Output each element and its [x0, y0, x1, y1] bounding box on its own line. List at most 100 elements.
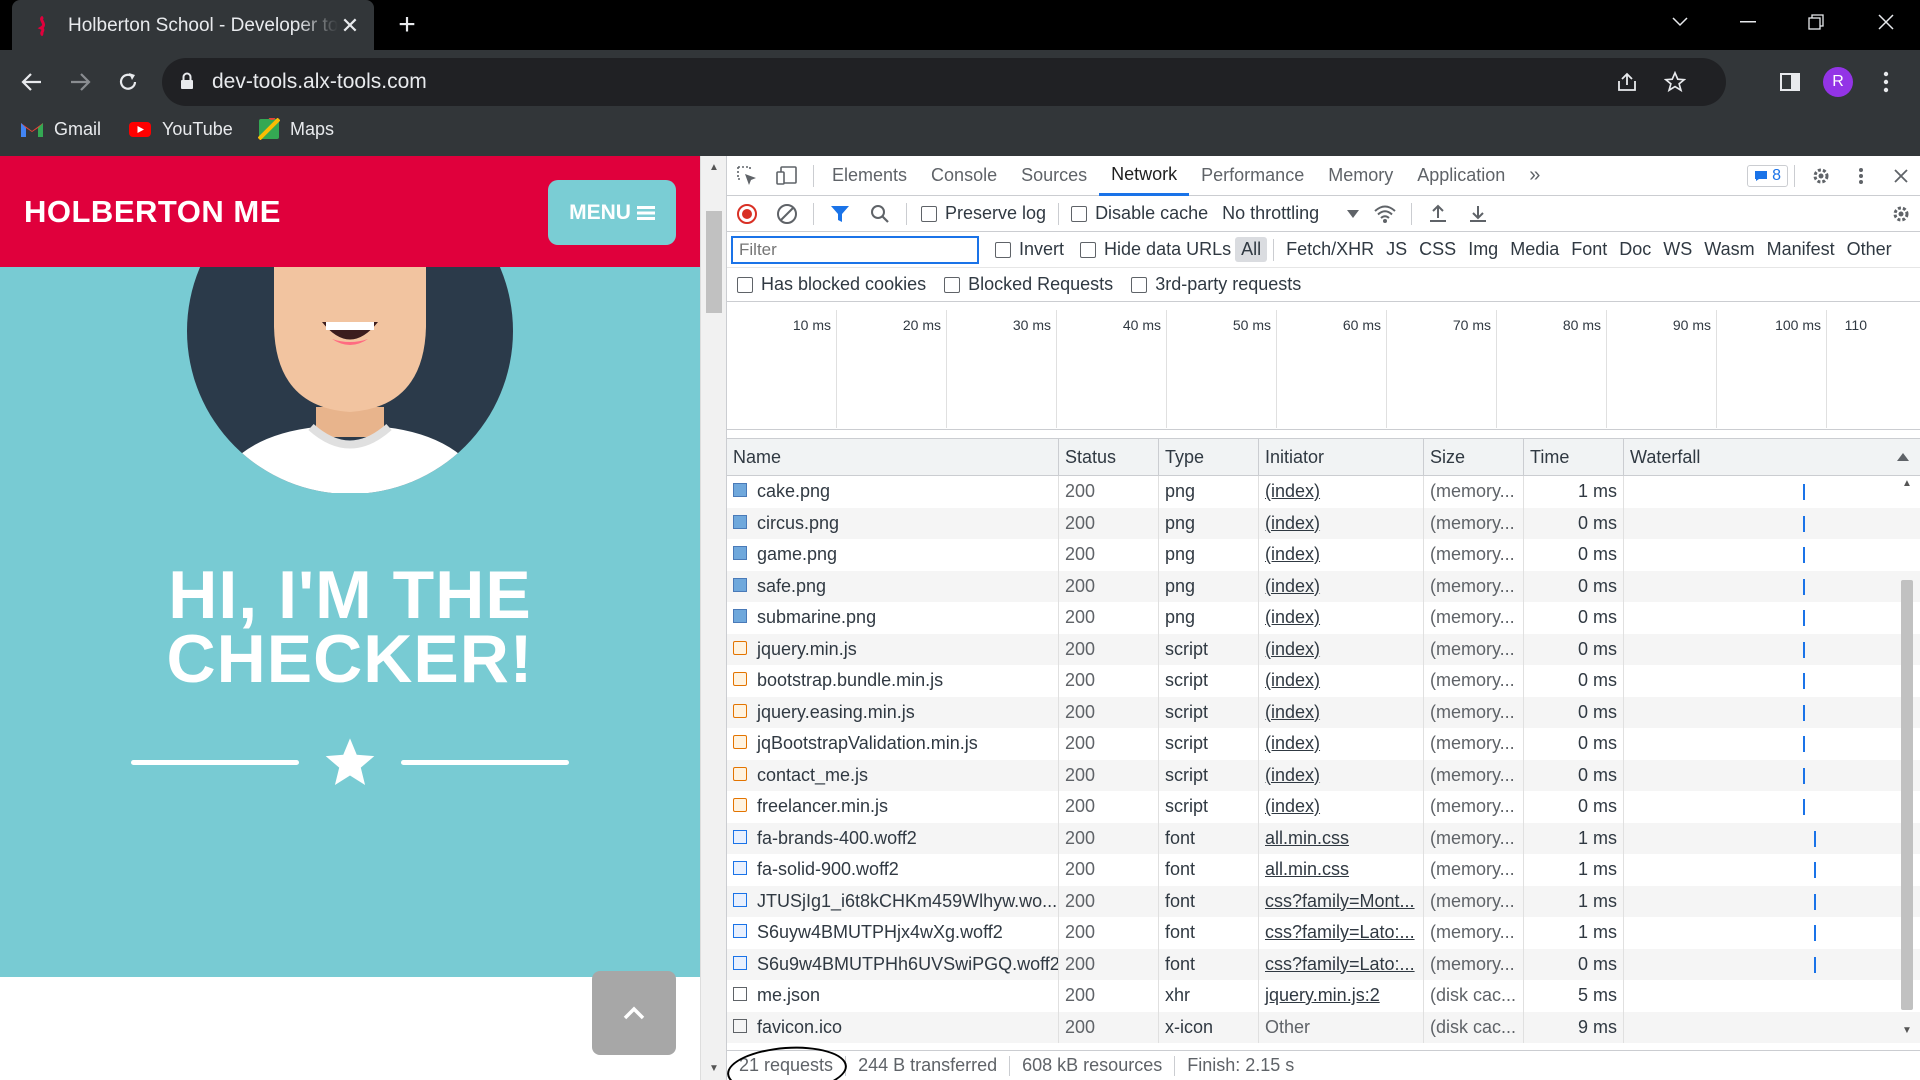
column-time[interactable]: Time [1524, 439, 1624, 475]
tab-memory[interactable]: Memory [1316, 156, 1405, 196]
settings-gear-icon[interactable] [1801, 156, 1841, 196]
site-brand[interactable]: HOLBERTON ME [24, 194, 281, 230]
restore-icon[interactable] [1786, 0, 1846, 44]
bookmark-star-icon[interactable] [1664, 71, 1686, 93]
scroll-to-top-button[interactable] [592, 971, 676, 1055]
invert-checkbox[interactable]: Invert [995, 239, 1064, 260]
page-scrollbar-thumb[interactable] [706, 211, 722, 313]
filter-type-doc[interactable]: Doc [1613, 237, 1657, 262]
cell-initiator[interactable]: (index) [1259, 507, 1424, 539]
filter-type-img[interactable]: Img [1462, 237, 1504, 262]
filter-funnel-icon[interactable] [820, 194, 860, 234]
filter-type-media[interactable]: Media [1504, 237, 1565, 262]
table-scrollbar[interactable]: ▲ ▼ [1895, 476, 1919, 1036]
cell-initiator[interactable]: css?family=Mont... [1259, 885, 1424, 917]
table-row[interactable]: contact_me.js 200 script (index) (memory... 0… [727, 759, 1920, 791]
timeline-overview[interactable]: 10 ms 20 ms 30 ms 40 ms 50 ms 60 ms 70 ms 80 ms… [727, 310, 1920, 430]
disable-cache-checkbox[interactable]: Disable cache [1071, 203, 1208, 224]
table-row[interactable]: me.json 200 xhr jquery.min.js:2 (disk cac...… [727, 980, 1920, 1012]
browser-tab[interactable]: Holberton School - Developer tools ✕ [12, 0, 374, 51]
blocked-requests-checkbox[interactable]: Blocked Requests [944, 274, 1113, 295]
checkbox-box[interactable] [944, 276, 961, 293]
table-scroll-up-icon[interactable]: ▲ [1895, 478, 1919, 489]
table-row[interactable]: fa-solid-900.woff2 200 font all.min.css (mem… [727, 854, 1920, 886]
filter-type-ws[interactable]: WS [1657, 237, 1698, 262]
filter-type-wasm[interactable]: Wasm [1698, 237, 1760, 262]
reload-icon[interactable] [110, 64, 146, 100]
table-row[interactable]: S6u9w4BMUTPHh6UVSwiPGQ.woff2 200 font css?f… [727, 948, 1920, 980]
minimize-icon[interactable] [1718, 0, 1778, 44]
table-row[interactable]: JTUSjIg1_i6t8kCHKm459Wlhyw.wo... 200 font c… [727, 885, 1920, 917]
cell-initiator[interactable]: all.min.css [1259, 854, 1424, 886]
third-party-requests-checkbox[interactable]: 3rd-party requests [1131, 274, 1301, 295]
cell-initiator[interactable]: all.min.css [1259, 822, 1424, 854]
cell-initiator[interactable]: jquery.min.js:2 [1259, 980, 1424, 1012]
table-row[interactable]: submarine.png 200 png (index) (memory... 0 ms [727, 602, 1920, 634]
tab-elements[interactable]: Elements [820, 156, 919, 196]
cell-initiator[interactable]: (index) [1259, 633, 1424, 665]
filter-type-css[interactable]: CSS [1413, 237, 1462, 262]
checkbox-box[interactable] [1131, 276, 1148, 293]
scroll-up-arrow-icon[interactable]: ▲ [701, 162, 727, 173]
cell-initiator[interactable]: (index) [1259, 476, 1424, 508]
cell-initiator[interactable]: (index) [1259, 696, 1424, 728]
table-scrollbar-thumb[interactable] [1901, 580, 1913, 1010]
cell-initiator[interactable]: (index) [1259, 539, 1424, 571]
tab-search-icon[interactable] [1650, 0, 1710, 44]
bookmark-maps[interactable]: Maps [258, 112, 334, 146]
cell-initiator[interactable]: (index) [1259, 570, 1424, 602]
table-row[interactable]: safe.png 200 png (index) (memory... 0 ms [727, 570, 1920, 602]
network-settings-gear-icon[interactable] [1881, 194, 1920, 234]
close-window-icon[interactable] [1856, 0, 1916, 44]
import-har-icon[interactable] [1418, 194, 1458, 234]
menu-button[interactable]: MENU [548, 180, 676, 245]
inspect-element-icon[interactable] [727, 156, 767, 196]
cell-initiator[interactable]: (index) [1259, 759, 1424, 791]
column-size[interactable]: Size [1424, 439, 1524, 475]
table-row[interactable]: favicon.ico 200 x-icon Other (disk cac... 9 m… [727, 1011, 1920, 1043]
cell-initiator[interactable]: (index) [1259, 665, 1424, 697]
checkbox-box[interactable] [995, 241, 1011, 258]
side-panel-icon[interactable] [1772, 64, 1808, 100]
column-initiator[interactable]: Initiator [1259, 439, 1424, 475]
record-stop-icon[interactable] [727, 194, 767, 234]
issues-badge[interactable]: 8 [1747, 164, 1788, 187]
more-tabs-icon[interactable]: » [1517, 156, 1552, 196]
checkbox-box[interactable] [1080, 241, 1097, 258]
close-devtools-icon[interactable] [1881, 156, 1920, 196]
new-tab-button[interactable]: + [390, 8, 424, 42]
scroll-down-arrow-icon[interactable]: ▼ [701, 1063, 727, 1074]
page-scrollbar[interactable]: ▲ ▼ [700, 156, 726, 1080]
bookmark-gmail[interactable]: Gmail [20, 112, 101, 146]
table-row[interactable]: S6uyw4BMUTPHjx4wXg.woff2 200 font css?famil… [727, 917, 1920, 949]
preserve-log-checkbox[interactable]: Preserve log [921, 203, 1046, 224]
filter-type-fetch-xhr[interactable]: Fetch/XHR [1280, 237, 1380, 262]
column-type[interactable]: Type [1159, 439, 1259, 475]
filter-type-manifest[interactable]: Manifest [1761, 237, 1841, 262]
table-row[interactable]: circus.png 200 png (index) (memory... 0 ms [727, 507, 1920, 539]
tab-sources[interactable]: Sources [1009, 156, 1099, 196]
search-icon[interactable] [860, 194, 900, 234]
checkbox-box[interactable] [921, 205, 937, 222]
tab-network[interactable]: Network [1099, 156, 1190, 196]
device-toolbar-icon[interactable] [767, 156, 807, 196]
table-row[interactable]: fa-brands-400.woff2 200 font all.min.css (me… [727, 822, 1920, 854]
back-icon[interactable] [14, 64, 50, 100]
tab-performance[interactable]: Performance [1189, 156, 1316, 196]
column-name[interactable]: Name [727, 439, 1059, 475]
filter-type-js[interactable]: JS [1380, 237, 1413, 262]
table-scroll-down-icon[interactable]: ▼ [1895, 1025, 1919, 1036]
table-row[interactable]: jquery.easing.min.js 200 script (index) (mem… [727, 696, 1920, 728]
table-row[interactable]: freelancer.min.js 200 script (index) (memory… [727, 791, 1920, 823]
table-row[interactable]: jquery.min.js 200 script (index) (memory... 0… [727, 633, 1920, 665]
cell-initiator[interactable]: (index) [1259, 728, 1424, 760]
cell-initiator[interactable]: css?family=Lato:... [1259, 948, 1424, 980]
network-conditions-icon[interactable] [1365, 194, 1405, 234]
cell-initiator[interactable]: (index) [1259, 791, 1424, 823]
cell-initiator[interactable]: (index) [1259, 602, 1424, 634]
export-har-icon[interactable] [1458, 194, 1498, 234]
share-icon[interactable] [1616, 71, 1638, 93]
checkbox-box[interactable] [1071, 205, 1088, 222]
tab-application[interactable]: Application [1405, 156, 1517, 196]
filter-input[interactable] [731, 235, 979, 264]
